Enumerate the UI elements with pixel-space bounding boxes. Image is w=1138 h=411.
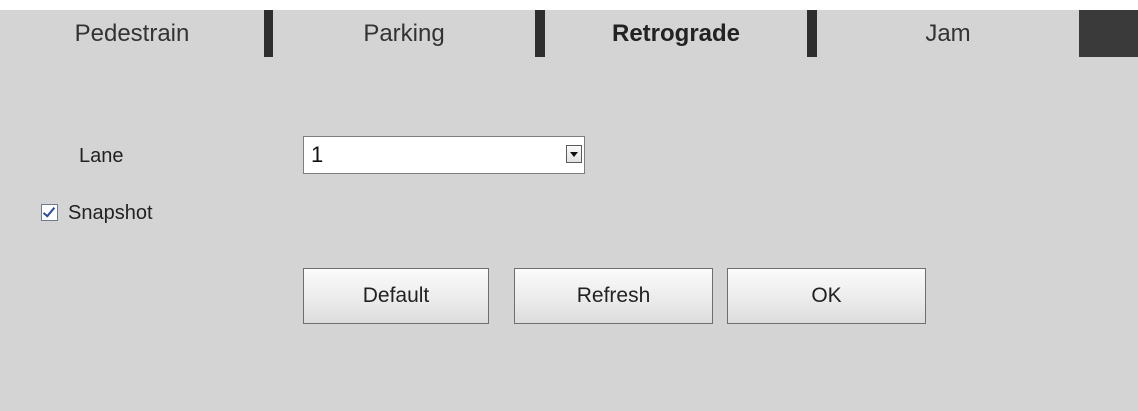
ok-button[interactable]: OK — [727, 268, 926, 324]
snapshot-label: Snapshot — [68, 202, 153, 224]
chevron-down-icon[interactable] — [566, 145, 582, 163]
lane-select-value: 1 — [311, 142, 324, 167]
lane-label: Lane — [79, 145, 124, 167]
tab-jam[interactable]: Jam — [817, 10, 1079, 57]
refresh-button[interactable]: Refresh — [514, 268, 713, 324]
snapshot-checkbox[interactable] — [41, 204, 58, 221]
tab-bar-end — [1079, 10, 1138, 57]
tab-parking[interactable]: Parking — [273, 10, 535, 57]
lane-select[interactable]: 1 — [303, 136, 585, 174]
retrograde-settings-panel — [0, 57, 1138, 411]
tab-separator — [535, 10, 545, 57]
default-button[interactable]: Default — [303, 268, 489, 324]
tab-retrograde[interactable]: Retrograde — [545, 10, 807, 57]
tab-separator — [264, 10, 273, 57]
tab-pedestrain[interactable]: Pedestrain — [0, 10, 264, 57]
tab-separator — [807, 10, 817, 57]
